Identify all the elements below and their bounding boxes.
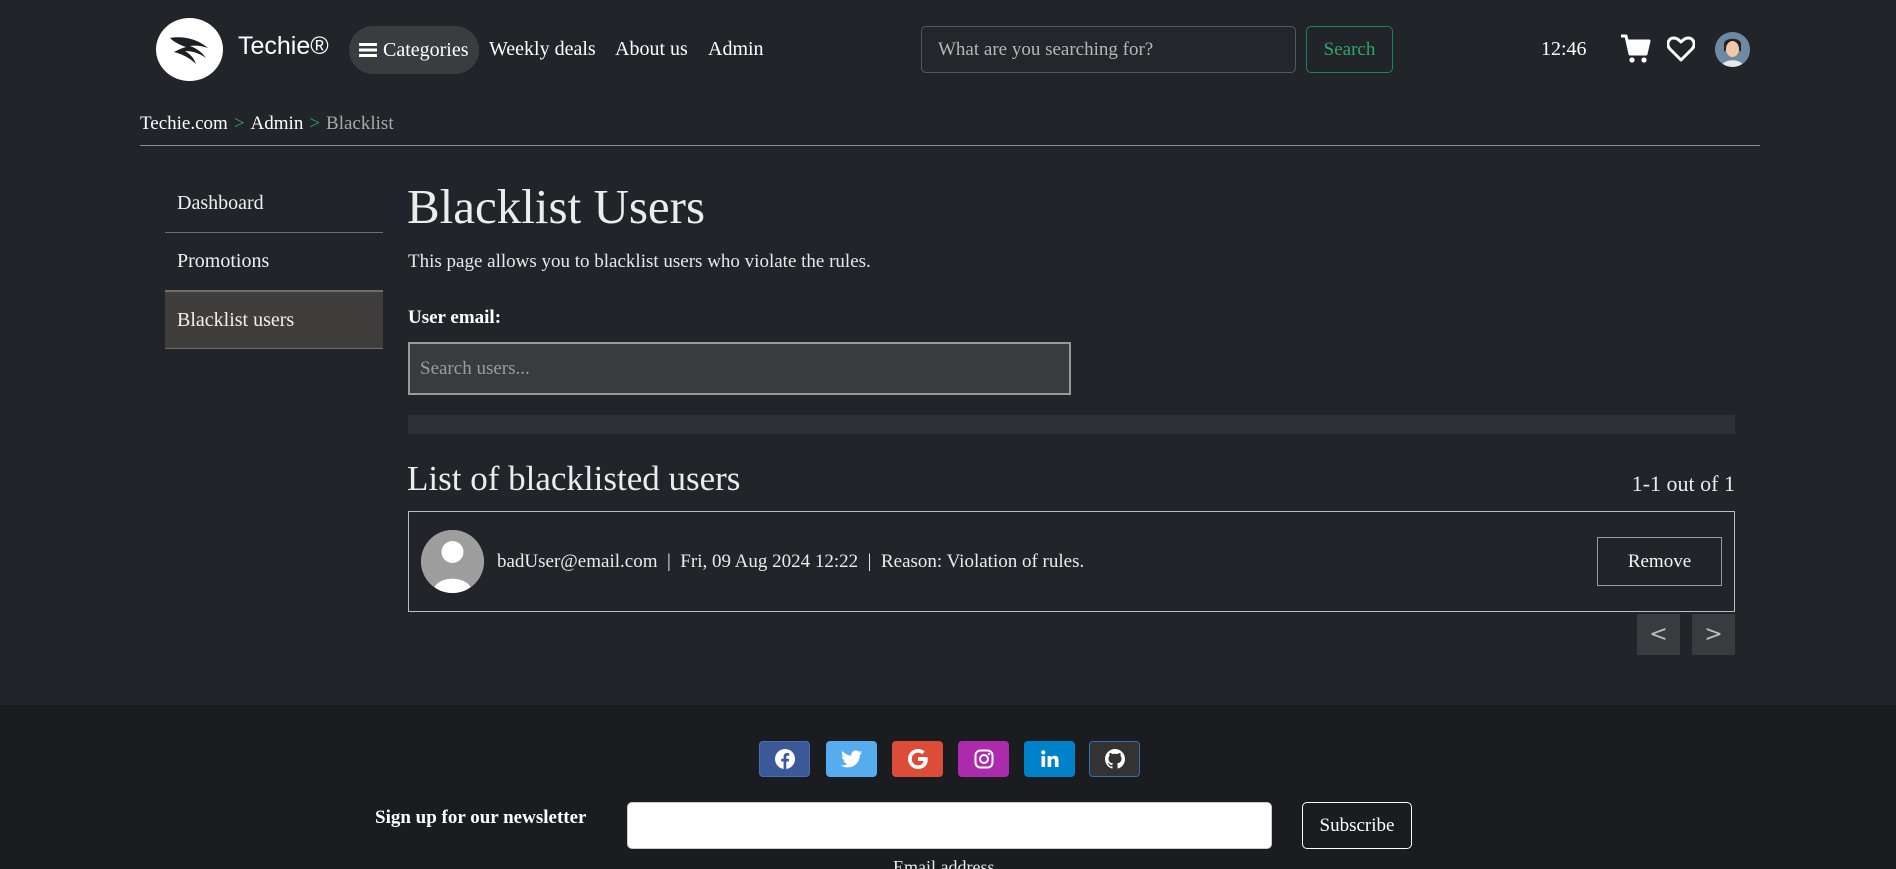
remove-button[interactable]: Remove — [1597, 537, 1722, 586]
heart-icon[interactable] — [1667, 36, 1695, 62]
linkedin-glyph — [1040, 750, 1058, 767]
nav-admin[interactable]: Admin — [708, 38, 764, 61]
entry-details: badUser@email.com | Fri, 09 Aug 2024 12:… — [497, 551, 1085, 572]
breadcrumb-admin[interactable]: Admin — [251, 113, 304, 134]
email-address-caption: Email address — [893, 857, 995, 869]
header: Techie® Categories Weekly deals About us… — [0, 0, 1896, 100]
instagram-glyph — [974, 749, 993, 769]
page: Techie® Categories Weekly deals About us… — [0, 0, 1896, 869]
brand-name[interactable]: Techie® — [238, 32, 329, 61]
nav-weekly-deals[interactable]: Weekly deals — [489, 38, 596, 61]
google-glyph — [907, 749, 928, 769]
wing-logo-icon — [169, 36, 208, 64]
search-results-bar — [408, 415, 1735, 434]
sidebar-item-dashboard[interactable]: Dashboard — [165, 175, 383, 233]
instagram-icon[interactable] — [958, 741, 1009, 777]
breadcrumb-home[interactable]: Techie.com — [140, 113, 228, 134]
entry-email: badUser@email.com — [497, 551, 658, 572]
sidebar-item-label: Promotions — [177, 250, 270, 272]
categories-menu-button[interactable]: Categories — [349, 26, 479, 74]
logo[interactable] — [156, 18, 223, 81]
sidebar-item-label: Blacklist users — [177, 308, 295, 331]
facebook-glyph — [774, 749, 795, 769]
default-user-icon — [421, 530, 484, 593]
categories-label: Categories — [383, 38, 469, 61]
entry-date: Fri, 09 Aug 2024 12:22 — [680, 551, 859, 572]
list-title: List of blacklisted users — [407, 459, 741, 498]
github-glyph — [1104, 749, 1125, 769]
next-page-button[interactable]: > — [1692, 614, 1735, 655]
result-count: 1-1 out of 1 — [1631, 471, 1735, 496]
cart-icon[interactable] — [1620, 34, 1651, 64]
hamburger-icon — [359, 43, 377, 57]
github-icon[interactable] — [1089, 741, 1140, 777]
breadcrumb-separator: > — [309, 113, 321, 134]
breadcrumb-separator: > — [233, 113, 245, 134]
google-icon[interactable] — [892, 741, 943, 777]
newsletter-email-input[interactable] — [627, 802, 1272, 849]
prev-page-button[interactable]: < — [1637, 614, 1680, 655]
entry-reason: Reason: Violation of rules. — [880, 551, 1085, 572]
nav-about-us[interactable]: About us — [615, 38, 688, 61]
twitter-icon[interactable] — [826, 741, 877, 777]
user-email-label: User email: — [408, 307, 502, 328]
page-description: This page allows you to blacklist users … — [408, 251, 871, 272]
facebook-icon[interactable] — [759, 741, 810, 777]
sidebar-item-promotions[interactable]: Promotions — [165, 233, 383, 291]
breadcrumb-current: Blacklist — [326, 113, 394, 134]
blacklist-entry: badUser@email.com | Fri, 09 Aug 2024 12:… — [408, 511, 1735, 612]
newsletter-label: Sign up for our newsletter — [375, 807, 587, 828]
page-title: Blacklist Users — [407, 179, 706, 234]
search-button[interactable]: Search — [1306, 26, 1393, 73]
user-search-input[interactable] — [408, 342, 1071, 395]
subscribe-button[interactable]: Subscribe — [1302, 802, 1412, 849]
search-input[interactable] — [921, 26, 1296, 73]
breadcrumb: Techie.com > Admin > Blacklist — [140, 113, 394, 135]
clock: 12:46 — [1541, 38, 1587, 60]
twitter-glyph — [840, 749, 862, 767]
user-portrait-icon — [1715, 32, 1750, 67]
avatar — [421, 530, 484, 593]
sidebar-item-label: Dashboard — [177, 192, 264, 214]
profile-avatar[interactable] — [1715, 32, 1750, 67]
sidebar-item-blacklist-users[interactable]: Blacklist users — [165, 291, 383, 349]
divider — [140, 145, 1760, 146]
linkedin-icon[interactable] — [1024, 741, 1075, 777]
